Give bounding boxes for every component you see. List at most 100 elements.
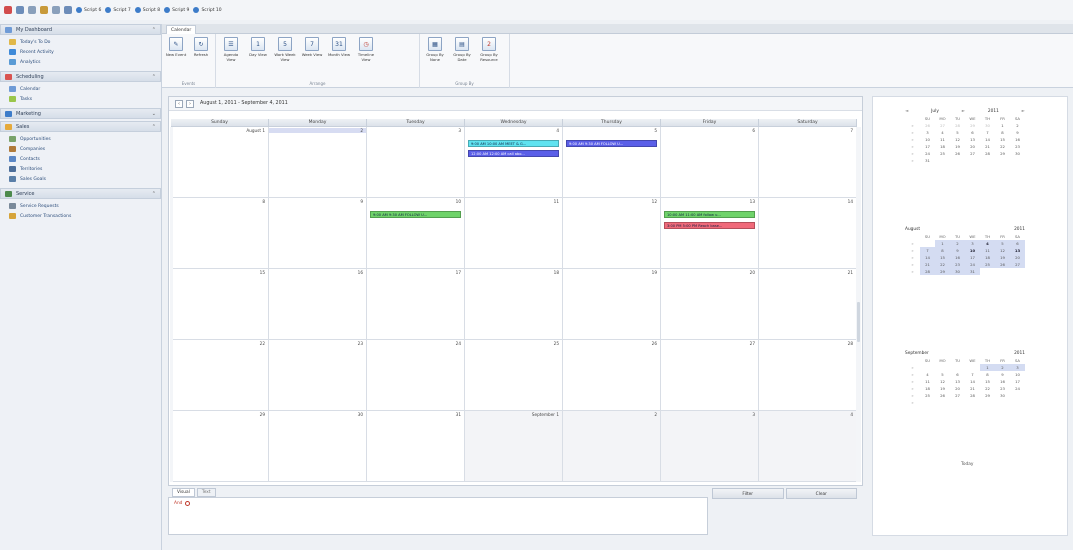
chevron-up-icon[interactable]: ⌃ [152,191,156,197]
script-7-button[interactable]: Script 7 [105,7,131,13]
clear-button[interactable]: Clear [785,488,857,499]
mini-day[interactable]: 5 [935,371,950,378]
prev-month-icon[interactable]: ◄ [905,109,908,114]
mini-day[interactable]: 13 [950,378,965,385]
week-selector[interactable]: » [905,122,920,129]
mini-day[interactable]: 21 [965,385,980,392]
day-cell[interactable]: 17 [367,269,465,340]
mini-day[interactable]: 4 [935,129,950,136]
mini-day[interactable]: 2 [995,364,1010,371]
undo-icon[interactable] [16,6,24,14]
day-cell[interactable]: 19 [563,269,661,340]
mini-day[interactable]: 31 [965,268,980,275]
tab-text[interactable]: Text [196,488,216,497]
week-selector[interactable]: » [905,385,920,392]
script-10-button[interactable]: Script 10 [193,7,222,13]
nav-item-companies[interactable]: Companies [0,144,161,154]
appointment[interactable]: 9:00 AM 9:30 AM FOLLOW U... [566,140,657,147]
appointment[interactable]: 9:00 AM 10:00 AM MEET & G... [468,140,559,147]
mini-day[interactable] [950,364,965,371]
mini-day[interactable]: 14 [965,378,980,385]
day-cell[interactable]: 21 [759,269,857,340]
mini-day[interactable]: 15 [980,378,995,385]
mini-day[interactable]: 27 [950,392,965,399]
day-cell[interactable]: 4 9:00 AM 10:00 AM MEET & G... 12:00 AM 12… [465,127,563,198]
chevron-up-icon[interactable]: ⌃ [152,74,156,80]
mini-day[interactable]: 17 [1010,378,1025,385]
mini-day[interactable]: 12 [935,378,950,385]
mini-day[interactable]: 29 [965,122,980,129]
nav-item-contacts[interactable]: Contacts [0,154,161,164]
next-period-button[interactable]: › [186,99,194,108]
day-cell[interactable]: 16 [269,269,367,340]
mini-day[interactable]: 1 [935,240,950,247]
mini-day[interactable]: 10 [965,247,980,254]
day-cell[interactable]: 3 [367,127,465,198]
mini-day[interactable]: 26 [950,150,965,157]
mini-day[interactable]: 14 [920,254,935,261]
day-cell[interactable]: September 1 [465,411,563,482]
week-selector[interactable]: » [905,247,920,254]
mini-day[interactable]: 29 [935,268,950,275]
mini-day[interactable]: 17 [965,254,980,261]
mini-day[interactable]: 19 [995,254,1010,261]
mini-day[interactable]: 29 [995,150,1010,157]
mini-day[interactable]: 6 [950,371,965,378]
mini-day[interactable] [980,268,995,275]
day-cell[interactable]: 12 [563,198,661,269]
week-selector[interactable]: » [905,371,920,378]
mini-day[interactable]: 20 [950,385,965,392]
tab-visual[interactable]: Visual [172,488,195,497]
mini-day[interactable]: 23 [995,385,1010,392]
mini-day[interactable]: 15 [995,136,1010,143]
filter-icon[interactable] [40,6,48,14]
mini-day[interactable]: 24 [1010,385,1025,392]
mini-day[interactable]: 28 [950,122,965,129]
appointment[interactable]: 10:00 AM 11:00 AM follow u... [664,211,755,218]
script-8-button[interactable]: Script 8 [134,7,160,13]
mini-day[interactable]: 16 [995,378,1010,385]
mini-day[interactable]: 9 [1010,129,1025,136]
mini-day[interactable] [980,157,995,164]
mini-day[interactable] [920,240,935,247]
day-cell[interactable]: 2 [563,411,661,482]
mini-day[interactable]: 16 [1010,136,1025,143]
week-selector[interactable]: » [905,129,920,136]
day-cell[interactable]: 7 [759,127,857,198]
mini-day[interactable]: 6 [1010,240,1025,247]
mini-day[interactable]: 21 [920,261,935,268]
week-selector[interactable]: » [905,378,920,385]
day-cell[interactable]: 5 9:00 AM 9:30 AM FOLLOW U... [563,127,661,198]
day-cell[interactable]: 9 [269,198,367,269]
mini-day[interactable]: 13 [965,136,980,143]
mini-day[interactable]: 3 [1010,364,1025,371]
day-cell[interactable]: 8 [171,198,269,269]
week-selector[interactable]: » [905,392,920,399]
scroll-thumb[interactable] [857,302,860,342]
script-9-button[interactable]: Script 9 [164,7,189,13]
mini-day[interactable]: 20 [965,143,980,150]
mini-day[interactable]: 18 [935,143,950,150]
mini-day[interactable]: 8 [995,129,1010,136]
tab-calendar[interactable]: Calendar [166,25,197,34]
day-cell[interactable]: 11 [465,198,563,269]
mini-day[interactable] [935,399,950,406]
day-cell[interactable]: 13 10:00 AM 11:00 AM follow u... 3:00 PM 5… [661,198,759,269]
mini-day[interactable]: 25 [935,150,950,157]
mini-day[interactable]: 10 [920,136,935,143]
mini-day[interactable]: 24 [965,261,980,268]
next-year-icon[interactable]: ► [1022,109,1025,114]
day-cell[interactable]: August 1 [171,127,269,198]
day-cell[interactable]: 30 [269,411,367,482]
mini-day[interactable]: 12 [950,136,965,143]
week-selector[interactable]: » [905,240,920,247]
mini-day[interactable]: 28 [920,268,935,275]
mini-day[interactable]: 30 [1010,150,1025,157]
week-selector[interactable]: » [905,268,920,275]
nav-group-service[interactable]: Service ⌃ [0,188,161,199]
day-cell[interactable]: 25 [465,340,563,411]
mini-day[interactable]: 13 [1010,247,1025,254]
mini-day[interactable]: 17 [920,143,935,150]
nav-group-scheduling[interactable]: Scheduling ⌃ [0,71,161,82]
mini-day[interactable] [995,157,1010,164]
